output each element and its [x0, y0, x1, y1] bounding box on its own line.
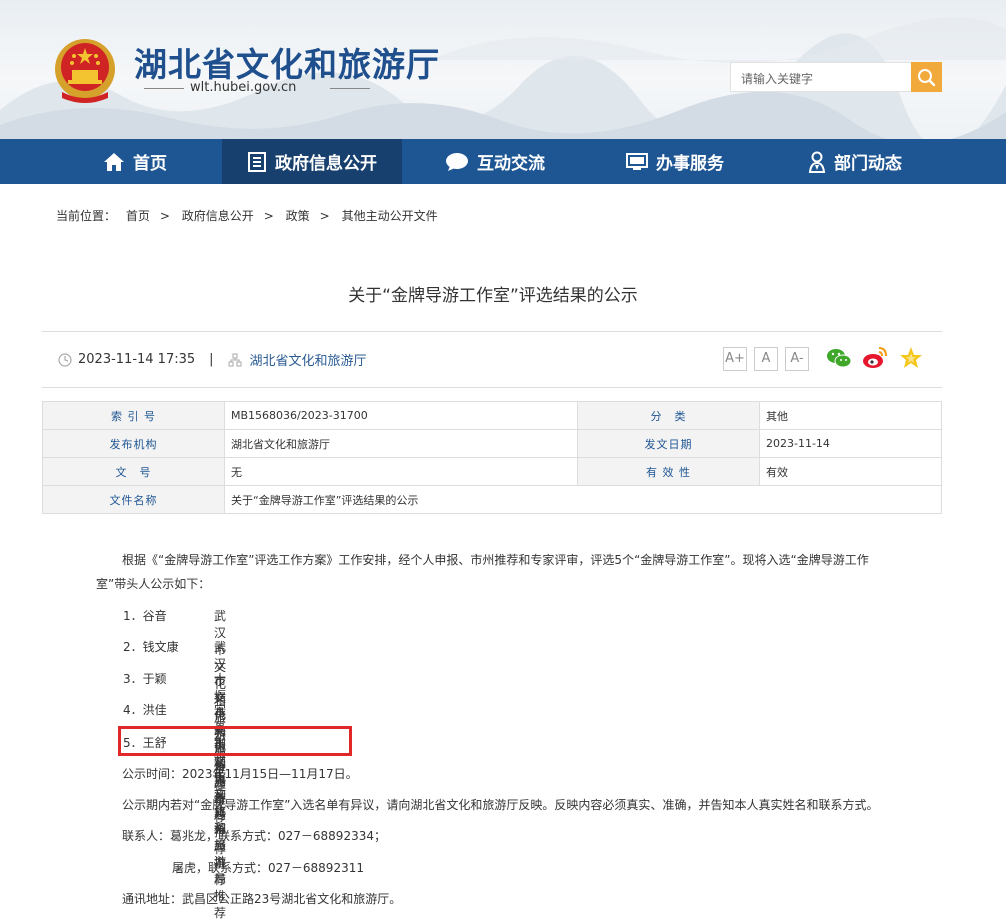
mailing-address: 通讯地址：武昌区公正路23号湖北省文化和旅游厅。 — [122, 892, 402, 906]
list-item-name: 3．于颖 — [123, 672, 167, 686]
value-file-name: 关于“金牌导游工作室”评选结果的公示 — [224, 485, 942, 514]
site-title: 湖北省文化和旅游厅 — [134, 45, 440, 84]
nav-label: 首页 — [133, 154, 167, 174]
table-row: 发布机构 湖北省文化和旅游厅 发文日期 2023-11-14 — [42, 429, 942, 458]
font-default-button[interactable]: A — [754, 347, 778, 371]
meta-divider: | — [209, 352, 214, 367]
list-item-name: 2．钱文康 — [123, 640, 179, 654]
publish-datetime: 2023-11-14 17:35 — [78, 352, 196, 367]
list-item: 4．洪佳 宜昌市文化和旅游局推荐 — [123, 701, 226, 887]
value-category: 其他 — [759, 401, 942, 430]
search-button[interactable] — [911, 62, 942, 92]
table-row: 文 号 无 有 效 性 有效 — [42, 457, 942, 486]
list-item: 1．谷音 武汉市文化和旅游局推荐 — [123, 607, 226, 793]
chat-icon — [446, 152, 468, 171]
monitor-icon — [626, 152, 648, 170]
org-icon — [228, 353, 242, 366]
table-row: 索 引 号 MB1568036/2023-31700 分 类 其他 — [42, 401, 942, 430]
font-increase-button[interactable]: A+ — [723, 347, 747, 371]
nav-label: 互动交流 — [477, 154, 545, 174]
meta-divider-line — [42, 387, 942, 388]
breadcrumb-item[interactable]: 政府信息公开 — [182, 209, 254, 223]
site-header: 湖北省文化和旅游厅 wlt.hubei.gov.cn 请输入关键字 — [0, 0, 1006, 140]
value-publishing-org: 湖北省文化和旅游厅 — [224, 429, 578, 458]
search-input[interactable]: 请输入关键字 — [730, 62, 912, 92]
favorite-star-icon[interactable] — [898, 345, 924, 371]
title-divider — [42, 331, 942, 332]
contact-primary: 联系人：葛兆龙，联系方式：027－68892334； — [122, 829, 386, 843]
highlight-box — [118, 726, 352, 756]
intro-paragraph: 根据《“金牌导游工作室”评选工作方案》工作安排，经个人申报、市州推荐和专家评审，… — [96, 553, 869, 591]
article-title: 关于“金牌导游工作室”评选结果的公示 — [348, 286, 638, 306]
breadcrumb-item[interactable]: 政策 — [286, 209, 310, 223]
nav-label: 办事服务 — [656, 154, 724, 174]
weibo-icon[interactable] — [862, 345, 888, 371]
document-icon — [248, 151, 266, 172]
nav-item-interaction[interactable]: 互动交流 — [430, 139, 560, 184]
wechat-icon[interactable] — [826, 345, 852, 371]
breadcrumb-separator: > — [263, 209, 274, 223]
list-item: 2．钱文康 武汉市文化和旅游局推荐 — [123, 638, 226, 824]
list-item: 3．于颖 十堰市文化和旅游局推荐 — [123, 670, 226, 856]
home-icon — [104, 152, 124, 171]
label-publishing-org: 发布机构 — [42, 429, 225, 458]
list-item-name: 4．洪佳 — [123, 703, 167, 717]
nav-item-home[interactable]: 首页 — [80, 139, 190, 184]
font-decrease-button[interactable]: A- — [785, 347, 809, 371]
site-domain: wlt.hubei.gov.cn — [190, 80, 297, 95]
label-index-number: 索 引 号 — [42, 401, 225, 430]
table-row: 文件名称 关于“金牌导游工作室”评选结果的公示 — [42, 485, 942, 514]
person-icon — [808, 151, 826, 173]
list-item-name: 1．谷音 — [123, 609, 167, 623]
search-icon — [918, 69, 936, 87]
value-validity: 有效 — [759, 457, 942, 486]
publisher: 湖北省文化和旅游厅 — [249, 354, 367, 369]
label-category: 分 类 — [577, 401, 760, 430]
domain-divider-left — [144, 88, 184, 89]
value-doc-number: 无 — [224, 457, 578, 486]
nav-item-dept-news[interactable]: 部门动态 — [790, 139, 920, 184]
clock-icon — [58, 352, 72, 367]
breadcrumb-separator: > — [319, 209, 330, 223]
objection-notice: 公示期内若对“金牌导游工作室”入选名单有异议，请向湖北省文化和旅游厅反映。反映内… — [122, 798, 879, 812]
label-validity: 有 效 性 — [577, 457, 760, 486]
value-issue-date: 2023-11-14 — [759, 429, 942, 458]
label-issue-date: 发文日期 — [577, 429, 760, 458]
breadcrumb-separator: > — [159, 209, 170, 223]
label-doc-number: 文 号 — [42, 457, 225, 486]
label-file-name: 文件名称 — [42, 485, 225, 514]
breadcrumb: 当前位置： 首页 > 政府信息公开 > 政策 > 其他主动公开文件 — [56, 207, 444, 224]
breadcrumb-prefix: 当前位置： — [56, 209, 117, 223]
national-emblem-icon — [55, 39, 115, 103]
main-nav: 首页 政府信息公开 互动交流 办事服务 部门动态 — [0, 139, 1006, 184]
nav-item-services[interactable]: 办事服务 — [610, 139, 740, 184]
article-meta: 2023-11-14 17:35 | 湖北省文化和旅游厅 — [58, 350, 367, 369]
value-index-number: MB1568036/2023-31700 — [224, 401, 578, 430]
domain-divider-right — [330, 88, 370, 89]
nav-label: 政府信息公开 — [275, 154, 377, 174]
nav-label: 部门动态 — [834, 154, 902, 174]
contact-secondary: 屠虎，联系方式：027－68892311 — [172, 861, 364, 875]
document-info-table: 索 引 号 MB1568036/2023-31700 分 类 其他 发布机构 湖… — [42, 401, 942, 514]
breadcrumb-item[interactable]: 首页 — [126, 209, 150, 223]
nav-item-gov-info[interactable]: 政府信息公开 — [222, 139, 402, 184]
publicity-period: 公示时间：2023年11月15日—11月17日。 — [122, 767, 358, 781]
article-body: 根据《“金牌导游工作室”评选工作方案》工作安排，经个人申报、市州推荐和专家评审，… — [96, 548, 896, 596]
breadcrumb-item[interactable]: 其他主动公开文件 — [342, 209, 438, 223]
